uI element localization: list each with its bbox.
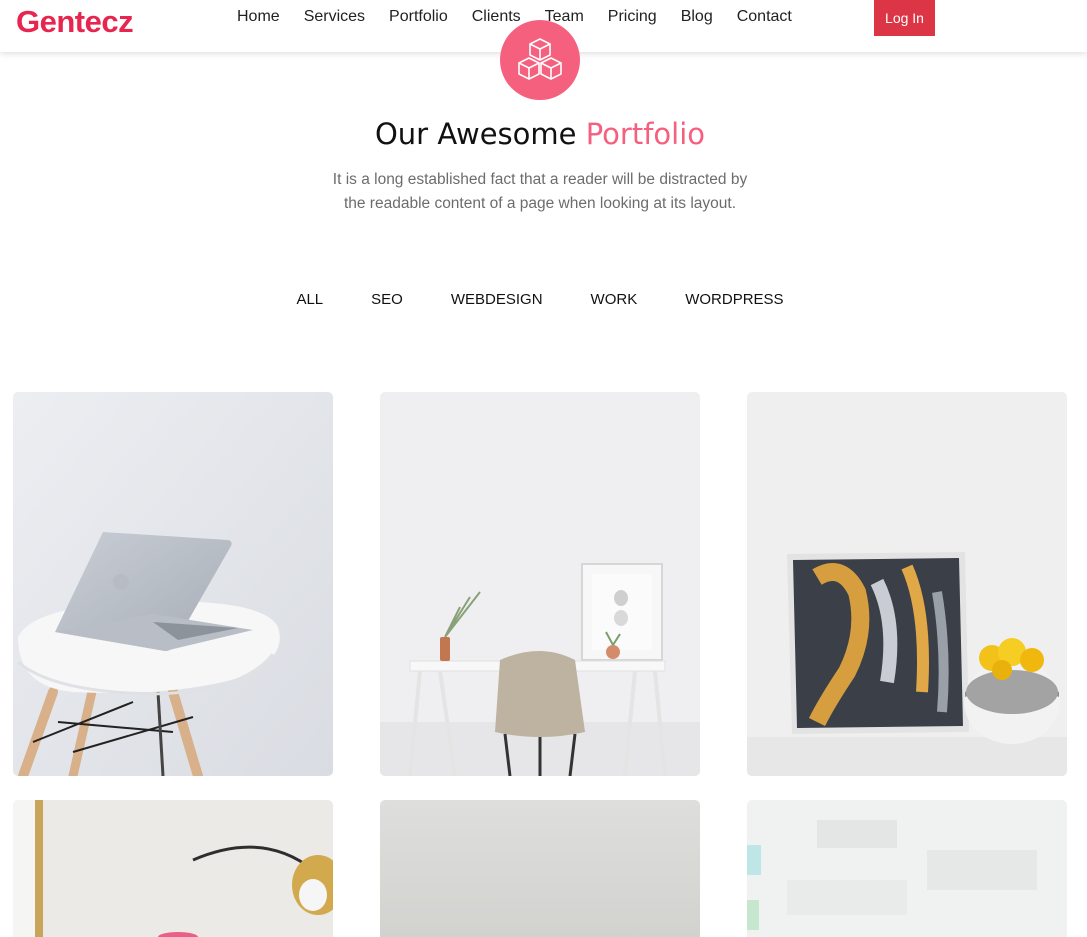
filter-all[interactable]: ALL <box>272 288 347 312</box>
laptop-on-white-chair-photo <box>13 392 333 776</box>
filter-work[interactable]: WORK <box>567 288 662 312</box>
brand-logo[interactable]: Gentecz <box>16 2 134 42</box>
portfolio-item-6[interactable] <box>747 800 1067 937</box>
cubes-icon <box>518 38 562 80</box>
section-icon-badge <box>500 20 580 100</box>
nav-item-contact[interactable]: Contact <box>725 0 804 34</box>
section-title: Our Awesome Portfolio <box>0 112 1080 156</box>
section-title-main: Our Awesome <box>374 117 577 151</box>
nav-item-home[interactable]: Home <box>225 0 292 34</box>
portfolio-item-5[interactable] <box>380 800 700 937</box>
portfolio-filters: ALL SEO WEBDESIGN WORK WORDPRESS <box>0 288 1080 312</box>
plain-grey-wall-photo <box>380 800 700 937</box>
blurred-whiteboard-photo <box>747 800 1067 937</box>
filter-webdesign[interactable]: WEBDESIGN <box>427 288 567 312</box>
section-title-accent: Portfolio <box>585 117 706 151</box>
nav-item-portfolio[interactable]: Portfolio <box>377 0 460 34</box>
nav-item-pricing[interactable]: Pricing <box>596 0 669 34</box>
portfolio-item-1[interactable] <box>13 392 333 776</box>
nav-item-blog[interactable]: Blog <box>669 0 725 34</box>
filter-wordpress[interactable]: WORDPRESS <box>661 288 807 312</box>
section-description: It is a long established fact that a rea… <box>332 171 748 212</box>
portfolio-item-2[interactable] <box>380 392 700 776</box>
abstract-painting-and-flower-pot-photo <box>747 392 1067 776</box>
filter-seo[interactable]: SEO <box>347 288 427 312</box>
nav-item-services[interactable]: Services <box>292 0 377 34</box>
portfolio-item-3[interactable] <box>747 392 1067 776</box>
login-button[interactable]: Log In <box>874 0 935 36</box>
brass-lamp-and-frame-photo <box>13 800 333 937</box>
portfolio-item-4[interactable] <box>13 800 333 937</box>
white-desk-with-chair-photo <box>380 392 700 776</box>
